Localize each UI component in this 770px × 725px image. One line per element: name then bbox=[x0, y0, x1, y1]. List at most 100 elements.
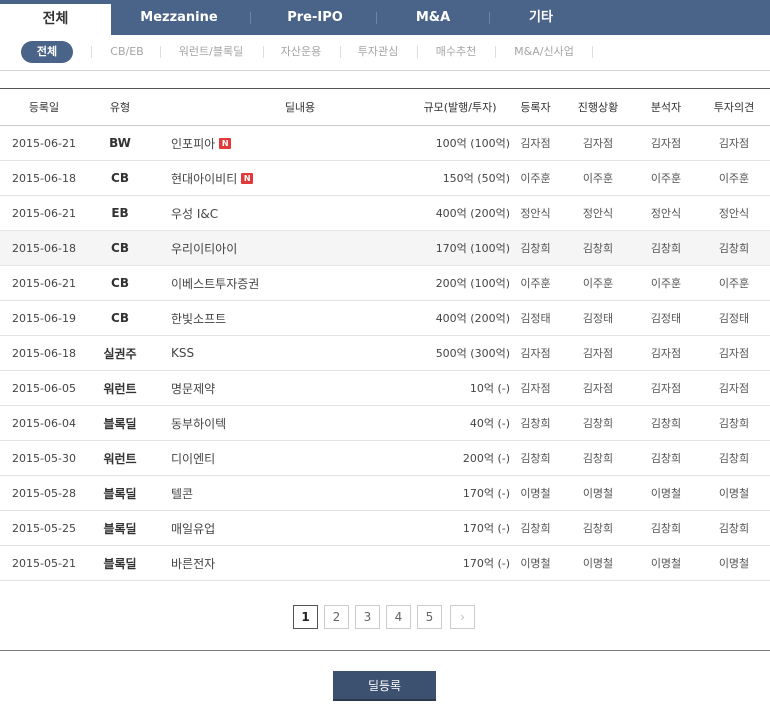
row-opinion-text: 이주훈 bbox=[718, 172, 750, 185]
tab-divider bbox=[376, 12, 377, 24]
row-deal-name-text[interactable]: KSS bbox=[171, 346, 194, 360]
row-deal-name[interactable]: 디이엔티 bbox=[171, 441, 411, 475]
row-registrant: 김자점 bbox=[508, 336, 563, 370]
tab-all[interactable]: 전체 bbox=[0, 4, 111, 35]
row-registrant-text: 이주훈 bbox=[520, 172, 551, 185]
header-deal[interactable]: 딜내용 bbox=[170, 89, 430, 125]
row-opinion: 김창희 bbox=[703, 231, 765, 265]
header-opinion[interactable]: 투자의견 bbox=[703, 89, 765, 125]
table-row[interactable]: 2015-06-19 CB 한빛소프트 400억 (200억) 김정태 김정태 김정태 김정태 bbox=[0, 301, 770, 336]
row-opinion-text: 이명철 bbox=[718, 557, 750, 570]
row-date: 2015-06-18 bbox=[0, 336, 88, 370]
row-opinion-text: 김창희 bbox=[718, 452, 750, 465]
row-analyst: 김자점 bbox=[636, 371, 696, 405]
row-deal-name-text[interactable]: 현대아이비티 bbox=[171, 170, 237, 187]
row-registrant: 김창희 bbox=[508, 406, 563, 440]
table-row[interactable]: 2015-05-28 블록딜 텔콘 170억 (-) 이명철 이명철 이명철 이명철 bbox=[0, 476, 770, 511]
subtab-ma-new-business[interactable]: M&A/신사업 bbox=[503, 41, 585, 63]
tab-ma[interactable]: M&A bbox=[378, 0, 488, 35]
row-deal-name[interactable]: KSS bbox=[171, 336, 411, 370]
row-date: 2015-06-21 bbox=[0, 266, 88, 300]
row-registrant: 이주훈 bbox=[508, 266, 563, 300]
row-deal-name-text[interactable]: 바른전자 bbox=[171, 555, 215, 572]
row-type-text: EB bbox=[111, 206, 129, 220]
row-opinion: 김자점 bbox=[703, 126, 765, 160]
page-5-button[interactable]: 5 bbox=[417, 605, 442, 629]
tab-mezzanine[interactable]: Mezzanine bbox=[124, 0, 234, 35]
row-deal-name[interactable]: 매일유업 bbox=[171, 511, 411, 545]
subtab-divider bbox=[160, 46, 161, 58]
tab-pre-ipo[interactable]: Pre-IPO bbox=[260, 0, 370, 35]
row-deal-name-text[interactable]: 디이엔티 bbox=[171, 450, 215, 467]
row-progress: 정안식 bbox=[568, 196, 628, 230]
row-deal-name-text[interactable]: 우성 I&C bbox=[171, 205, 218, 222]
header-progress[interactable]: 진행상황 bbox=[568, 89, 628, 125]
header-registrant[interactable]: 등록자 bbox=[508, 89, 563, 125]
row-deal-name[interactable]: 한빛소프트 bbox=[171, 301, 411, 335]
row-registrant-text: 김자점 bbox=[520, 137, 551, 150]
row-deal-name[interactable]: 우성 I&C bbox=[171, 196, 411, 230]
tab-etc[interactable]: 기타 bbox=[486, 0, 596, 35]
header-type[interactable]: 유형 bbox=[90, 89, 150, 125]
page-4-button[interactable]: 4 bbox=[386, 605, 411, 629]
table-row[interactable]: 2015-06-18 CB 우리이티아이 170억 (100억) 김창희 김창희 김창희 김창… bbox=[0, 231, 770, 266]
row-analyst: 김정태 bbox=[636, 301, 696, 335]
row-deal-name-text[interactable]: 텔콘 bbox=[171, 485, 193, 502]
row-registrant-text: 김자점 bbox=[520, 382, 551, 395]
header-size[interactable]: 규모(발행/투자) bbox=[415, 89, 505, 125]
row-deal-name[interactable]: 바른전자 bbox=[171, 546, 411, 580]
row-opinion-text: 이명철 bbox=[718, 487, 750, 500]
row-deal-name-text[interactable]: 이베스트투자증권 bbox=[171, 275, 259, 292]
row-type-text: 실권주 bbox=[103, 346, 137, 361]
subtab-cb-eb[interactable]: CB/EB bbox=[96, 41, 158, 63]
table-row[interactable]: 2015-06-21 EB 우성 I&C 400억 (200억) 정안식 정안식 정안식 정안… bbox=[0, 196, 770, 231]
row-date: 2015-05-21 bbox=[0, 546, 88, 580]
subtab-warrant-blockdeal[interactable]: 워런트/블록딜 bbox=[168, 41, 254, 63]
row-type-text: CB bbox=[111, 276, 129, 290]
chevron-right-icon[interactable]: › bbox=[450, 605, 475, 629]
table-row[interactable]: 2015-06-21 CB 이베스트투자증권 200억 (100억) 이주훈 이주훈 이주훈… bbox=[0, 266, 770, 301]
row-date-text: 2015-06-05 bbox=[12, 381, 76, 395]
row-deal-name[interactable]: 텔콘 bbox=[171, 476, 411, 510]
register-deal-button[interactable]: 딜등록 bbox=[333, 671, 436, 701]
row-deal-name[interactable]: 인포피아 N bbox=[171, 126, 411, 160]
subtab-all[interactable]: 전체 bbox=[21, 41, 73, 63]
page-3-button[interactable]: 3 bbox=[355, 605, 380, 629]
row-deal-name[interactable]: 명문제약 bbox=[171, 371, 411, 405]
table-row[interactable]: 2015-06-04 블록딜 동부하이텍 40억 (-) 김창희 김창희 김창희 김창희 bbox=[0, 406, 770, 441]
row-opinion: 이명철 bbox=[703, 476, 765, 510]
table-row[interactable]: 2015-06-18 CB 현대아이비티 N 150억 (50억) 이주훈 이주훈 이주훈 이주… bbox=[0, 161, 770, 196]
row-deal-name-text[interactable]: 동부하이텍 bbox=[171, 415, 226, 432]
table-row[interactable]: 2015-05-30 워런트 디이엔티 200억 (-) 김창희 김창희 김창희 김창희 bbox=[0, 441, 770, 476]
row-size: 170억 (-) bbox=[400, 546, 510, 580]
row-registrant: 이명철 bbox=[508, 546, 563, 580]
header-analyst[interactable]: 분석자 bbox=[636, 89, 696, 125]
row-type: 워런트 bbox=[90, 441, 150, 475]
row-deal-name-text[interactable]: 명문제약 bbox=[171, 380, 215, 397]
row-progress: 김자점 bbox=[568, 126, 628, 160]
header-date[interactable]: 등록일 bbox=[0, 89, 88, 125]
row-deal-name-text[interactable]: 매일유업 bbox=[171, 520, 215, 537]
page-2-button[interactable]: 2 bbox=[324, 605, 349, 629]
subtab-asset-management[interactable]: 자산운용 bbox=[270, 41, 332, 63]
row-deal-name-text[interactable]: 인포피아 bbox=[171, 135, 215, 152]
page-1-button[interactable]: 1 bbox=[293, 605, 318, 629]
subtab-buy-recommendation[interactable]: 매수추천 bbox=[425, 41, 487, 63]
row-deal-name[interactable]: 현대아이비티 N bbox=[171, 161, 411, 195]
row-analyst: 이주훈 bbox=[636, 266, 696, 300]
table-row[interactable]: 2015-05-25 블록딜 매일유업 170억 (-) 김창희 김창희 김창희 김창희 bbox=[0, 511, 770, 546]
row-deal-name-text[interactable]: 한빛소프트 bbox=[171, 310, 226, 327]
row-deal-name[interactable]: 동부하이텍 bbox=[171, 406, 411, 440]
table-row[interactable]: 2015-06-05 워런트 명문제약 10억 (-) 김자점 김자점 김자점 김자점 bbox=[0, 371, 770, 406]
table-row[interactable]: 2015-06-21 BW 인포피아 N 100억 (100억) 김자점 김자점 김자점 김자점 bbox=[0, 126, 770, 161]
subtab-divider bbox=[495, 46, 496, 58]
row-deal-name[interactable]: 이베스트투자증권 bbox=[171, 266, 411, 300]
table-row[interactable]: 2015-05-21 블록딜 바른전자 170억 (-) 이명철 이명철 이명철 이명철 bbox=[0, 546, 770, 581]
row-deal-name-text[interactable]: 우리이티아이 bbox=[171, 240, 237, 257]
row-opinion: 김창희 bbox=[703, 406, 765, 440]
row-analyst-text: 김정태 bbox=[650, 312, 682, 325]
subtab-investment-interest[interactable]: 투자관심 bbox=[347, 41, 409, 63]
row-deal-name[interactable]: 우리이티아이 bbox=[171, 231, 411, 265]
row-date: 2015-05-28 bbox=[0, 476, 88, 510]
table-row[interactable]: 2015-06-18 실권주 KSS 500억 (300억) 김자점 김자점 김자점 김자점 bbox=[0, 336, 770, 371]
